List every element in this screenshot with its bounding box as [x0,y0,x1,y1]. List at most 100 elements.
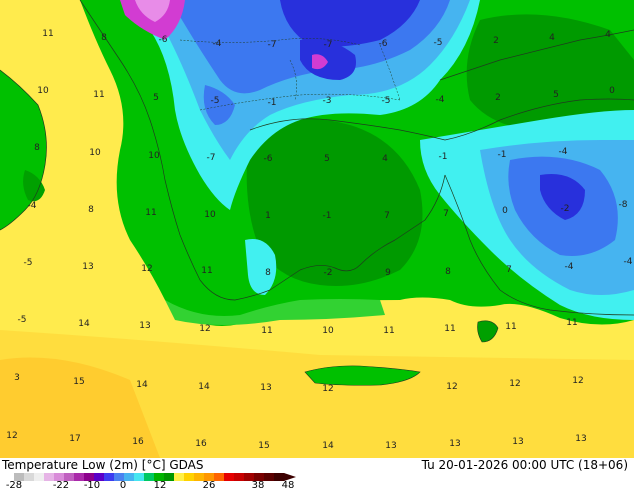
temperature-value-label: -4 [213,39,222,49]
colorbar-swatch [224,473,235,481]
temperature-value-label: 5 [553,90,559,100]
temperature-value-label: -4 [624,257,633,267]
temperature-value-label: 10 [322,326,334,336]
temperature-value-label: 8 [34,143,40,153]
temperature-value-label: 13 [260,383,271,393]
colorbar-swatch [74,473,85,481]
temperature-value-label: 13 [385,441,396,451]
colorbar-tick-label: 38 [251,480,265,491]
temperature-value-label: 5 [153,93,159,103]
temperature-value-label: 12 [509,379,520,389]
temperature-value-label: 8 [445,267,451,277]
temperature-value-label: 13 [82,262,93,272]
temperature-value-label: 12 [141,264,152,274]
colorbar-swatch [214,473,225,481]
colorbar-tick-label: -28 [5,480,23,491]
temperature-value-label: -5 [211,96,220,106]
temperature-value-label: 7 [443,209,449,219]
temperature-value-label: -1 [439,152,448,162]
temperature-value-label: 2 [493,36,499,46]
temperature-value-label: -4 [565,262,574,272]
temperature-value-label: 17 [69,434,80,444]
temperature-value-label: 10 [37,86,49,96]
map-title: Temperature Low (2m) [°C] GDAS [2,458,204,472]
temperature-value-label: 4 [382,154,388,164]
temperature-value-label: -7 [207,153,216,163]
temperature-value-label: 14 [136,380,148,390]
colorbar-swatch [174,473,185,481]
temperature-map[interactable]: 11 8 -6 -4 -7 -7 -6 -5 2 4 4 10 11 5 -5 -1 -3 -5 -4 2 5 0 8 10 1… [0,0,634,458]
temperature-value-label: 11 [42,29,53,39]
temperature-value-label: 13 [512,437,523,447]
temperature-value-label: 14 [78,319,90,329]
colorbar-swatch [24,473,35,481]
temperature-value-label: -5 [18,315,27,325]
temperature-value-label: 13 [449,439,460,449]
temperature-value-label: 7 [506,265,512,275]
colorbar-tick-label: 48 [281,480,295,491]
temperature-value-label: 11 [201,266,212,276]
temperature-value-label: 8 [265,268,271,278]
colorbar-swatch [184,473,195,481]
temperature-value-label: 11 [383,326,394,336]
temperature-value-label: 0 [609,86,615,96]
colorbar-swatch [104,473,115,481]
temperature-value-label: 11 [261,326,272,336]
colorbar-tick-label: -22 [52,480,70,491]
temperature-value-label: 0 [502,206,508,216]
colorbar-tick-label: -10 [83,480,101,491]
temperature-value-label: -6 [159,35,168,45]
temperature-value-label: -5 [24,258,33,268]
temperature-value-label: 11 [145,208,156,218]
colorbar-swatch [234,473,245,481]
temperature-value-label: -4 [28,201,37,211]
colorbar-swatch [264,473,275,481]
temperature-value-label: 10 [89,148,101,158]
temperature-value-label: -1 [323,211,332,221]
temperature-value-label: 12 [322,384,333,394]
temperature-value-label: -5 [434,38,443,48]
temperature-value-label: -7 [268,40,277,50]
temperature-value-label: -8 [619,200,628,210]
colorbar-swatch [34,473,45,481]
temperature-value-label: 15 [258,441,269,451]
temperature-value-label: 11 [93,90,104,100]
legend-footer: Temperature Low (2m) [°C] GDAS Tu 20-01-… [0,458,634,491]
temperature-value-label: 2 [495,93,501,103]
temperature-value-label: -4 [559,147,568,157]
colorbar-tick-label: 0 [119,480,127,491]
temperature-value-label: 13 [575,434,586,444]
temperature-value-label: -4 [436,95,445,105]
temperature-value-label: 4 [549,33,555,43]
temperature-value-label: 8 [101,33,107,43]
temperature-value-label: 12 [6,431,17,441]
temperature-value-label: -5 [382,96,391,106]
temperature-value-label: 14 [322,441,334,451]
temperature-value-label: 10 [148,151,160,161]
temperature-value-label: -3 [323,96,332,106]
temperature-value-label: 16 [195,439,207,449]
temperature-value-label: 12 [572,376,583,386]
temperature-value-label: 11 [566,318,577,328]
temperature-value-label: 1 [265,211,271,221]
temperature-value-label: 8 [88,205,94,215]
temperature-value-label: 12 [446,382,457,392]
temperature-value-label: 15 [73,377,84,387]
temperature-value-label: 12 [199,324,210,334]
temperature-value-label: -2 [324,268,333,278]
colorbar-tick-label: 12 [153,480,167,491]
valid-time: Tu 20-01-2026 00:00 UTC (18+06) [421,458,628,472]
temperature-value-label: 4 [605,30,611,40]
temperature-value-label: -1 [498,150,507,160]
temperature-value-label: 14 [198,382,210,392]
temperature-value-label: 11 [505,322,516,332]
temperature-value-label: 16 [132,437,144,447]
temperature-value-label: 3 [14,373,20,383]
colorbar-tick-label: 26 [202,480,216,491]
temperature-value-label: -1 [268,98,277,108]
temperature-value-label: 11 [444,324,455,334]
temperature-value-label: 10 [204,210,216,220]
temperature-value-label: 13 [139,321,150,331]
temperature-value-label: -2 [561,204,570,214]
temperature-value-label: -7 [324,40,333,50]
